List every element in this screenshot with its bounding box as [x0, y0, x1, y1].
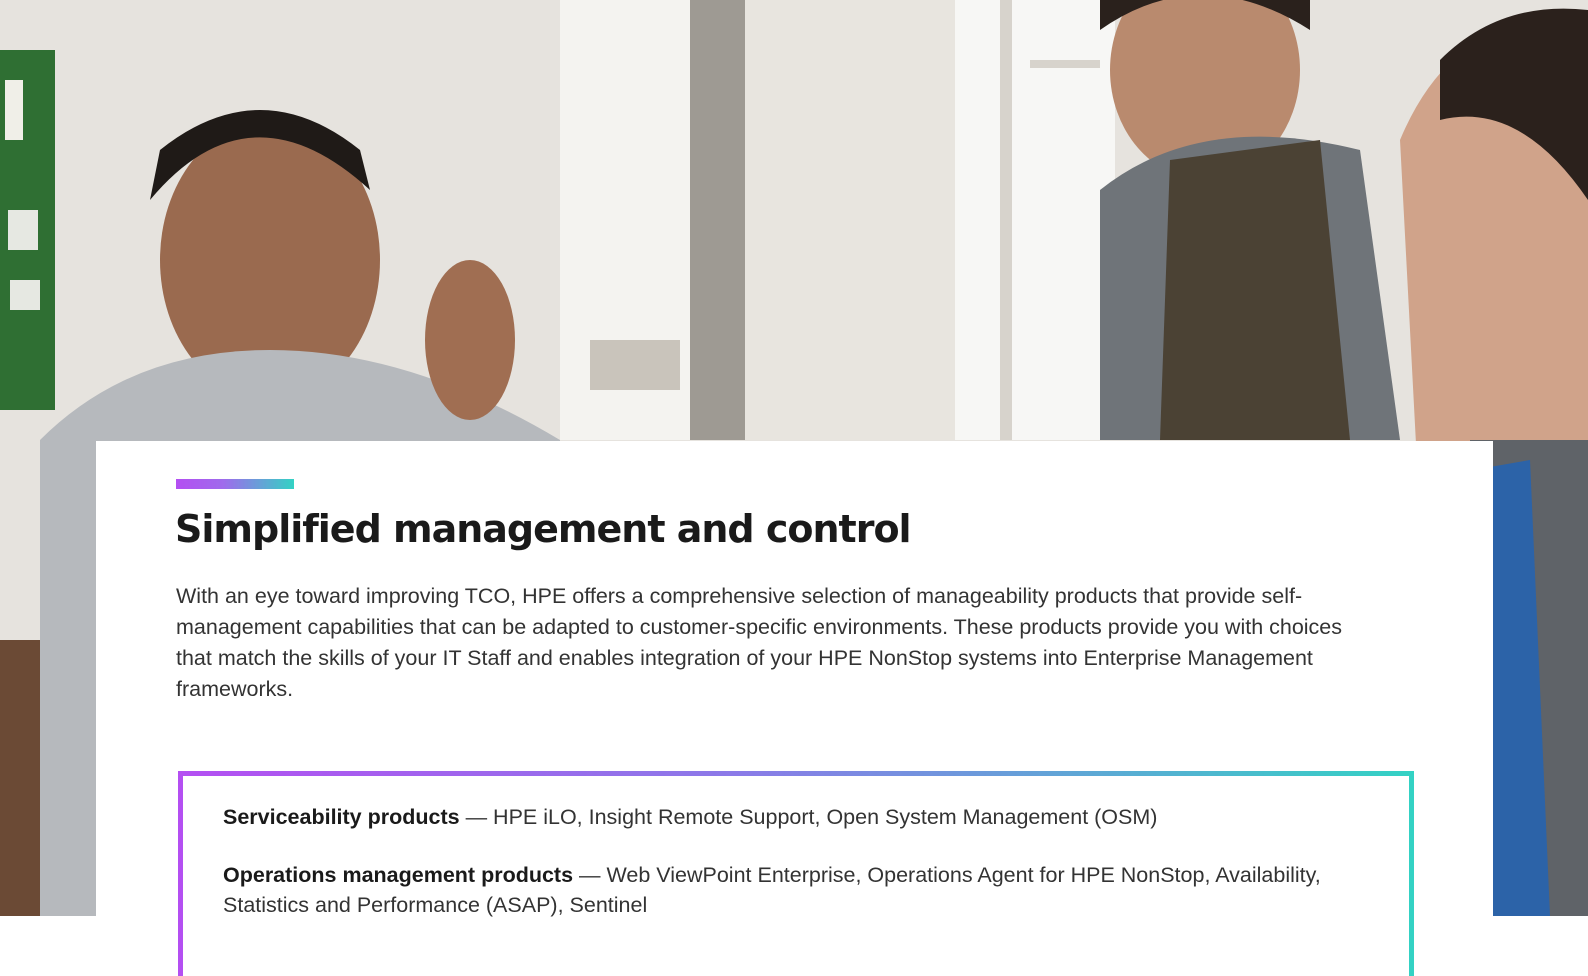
- content-card: Simplified management and control With a…: [96, 441, 1493, 976]
- accent-bar: [176, 479, 294, 489]
- product-item-name: Serviceability products: [223, 805, 460, 829]
- product-list-box: Serviceability products — HPE iLO, Insig…: [178, 771, 1414, 976]
- product-item-separator: —: [573, 863, 607, 887]
- section-title: Simplified management and control: [175, 507, 912, 551]
- product-item-description: HPE iLO, Insight Remote Support, Open Sy…: [493, 805, 1158, 829]
- product-item-separator: —: [459, 805, 494, 829]
- product-item-serviceability: Serviceability products — HPE iLO, Insig…: [223, 802, 1363, 832]
- product-item-operations-management: Operations management products — Web Vie…: [223, 860, 1363, 920]
- section-body: With an eye toward improving TCO, HPE of…: [176, 584, 1343, 701]
- product-item-name: Operations management products: [223, 863, 574, 887]
